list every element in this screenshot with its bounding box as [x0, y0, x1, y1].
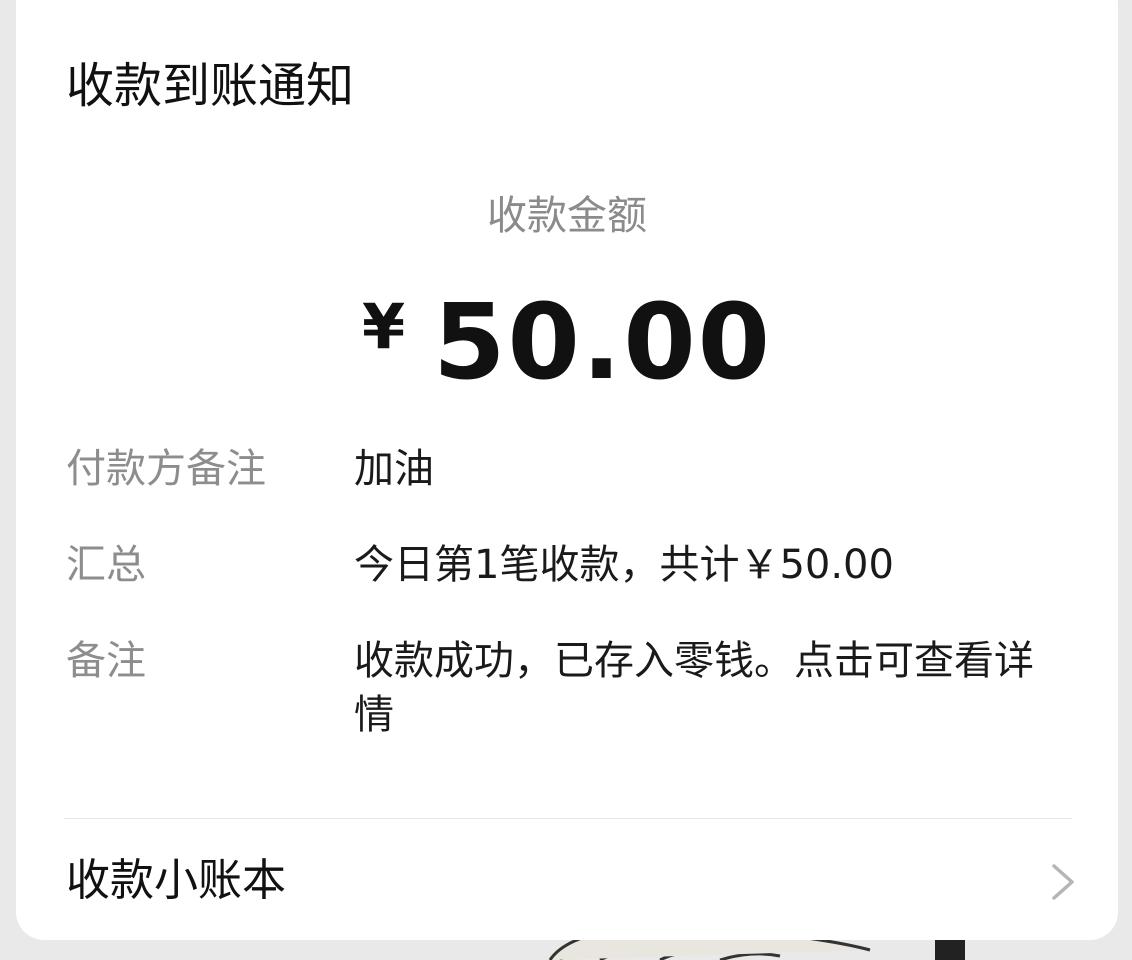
summary-value: 今日第1笔收款，共计￥50.00	[354, 542, 894, 588]
remark-value: 收款成功，已存入零钱。点击可查看详情	[354, 638, 1034, 738]
payer-note-label: 付款方备注	[66, 446, 266, 492]
currency-symbol: ¥	[361, 290, 406, 363]
amount-value: 50.00	[433, 281, 773, 403]
payment-notification-card[interactable]: 收款到账通知 收款金额 ¥50.00 付款方备注 加油 汇总 今日第1笔收款，共…	[16, 0, 1118, 940]
divider	[64, 818, 1072, 819]
remark-label: 备注	[66, 638, 146, 684]
amount-display: ¥50.00	[16, 284, 1118, 404]
ledger-link-label[interactable]: 收款小账本	[66, 852, 286, 910]
amount-label: 收款金额	[487, 193, 647, 239]
payer-note-value: 加油	[354, 446, 434, 492]
summary-label: 汇总	[66, 542, 146, 588]
chevron-right-icon[interactable]	[1048, 862, 1078, 902]
card-title: 收款到账通知	[66, 58, 355, 114]
